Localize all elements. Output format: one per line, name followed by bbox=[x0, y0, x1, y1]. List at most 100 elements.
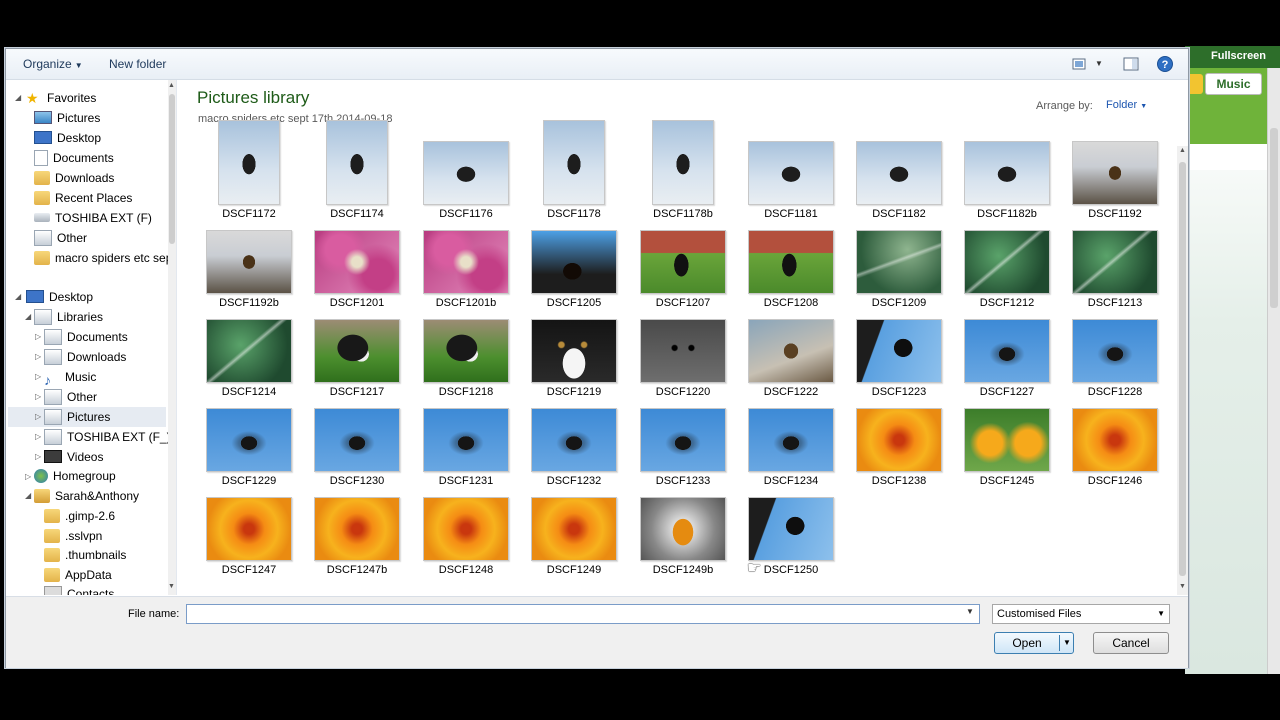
file-type-select[interactable]: Customised Files ▼ bbox=[992, 604, 1170, 624]
background-app-button[interactable] bbox=[1187, 74, 1203, 94]
file-tile[interactable]: DSCF1178b bbox=[633, 120, 733, 225]
open-options-chevron-icon[interactable]: ▼ bbox=[1063, 638, 1071, 647]
nav-user[interactable]: Sarah&Anthony bbox=[34, 486, 139, 506]
expand-triangle-icon[interactable]: ▷ bbox=[35, 412, 41, 421]
file-tile[interactable]: DSCF1181 bbox=[741, 139, 841, 225]
nav-libraries[interactable]: Libraries bbox=[34, 307, 103, 327]
nav-user-folder[interactable]: .gimp-2.6 bbox=[44, 506, 115, 526]
nav-user-folder[interactable]: Contacts bbox=[44, 584, 114, 595]
file-tile[interactable]: DSCF1238 bbox=[849, 406, 949, 492]
file-tile[interactable]: DSCF1208 bbox=[741, 228, 841, 314]
scrollbar-thumb[interactable] bbox=[1270, 128, 1278, 308]
file-tile[interactable]: DSCF1249b bbox=[633, 495, 733, 581]
file-tile[interactable]: DSCF1227 bbox=[957, 317, 1057, 403]
view-options-icon[interactable] bbox=[1071, 55, 1089, 73]
nav-lib-other[interactable]: Other bbox=[44, 387, 97, 407]
nav-fav-documents[interactable]: Documents bbox=[34, 148, 114, 168]
file-tile[interactable]: DSCF1249 bbox=[524, 495, 624, 581]
expand-triangle-icon[interactable]: ▷ bbox=[35, 392, 41, 401]
nav-fav-downloads[interactable]: Downloads bbox=[34, 168, 114, 188]
nav-fav-macro-spiders[interactable]: macro spiders etc sept bbox=[34, 248, 176, 268]
nav-desktop[interactable]: Desktop bbox=[26, 287, 93, 307]
nav-homegroup[interactable]: Homegroup bbox=[34, 466, 116, 486]
expand-triangle-icon[interactable]: ▷ bbox=[35, 352, 41, 361]
nav-fav-toshiba[interactable]: TOSHIBA EXT (F) bbox=[34, 208, 152, 228]
nav-lib-videos[interactable]: Videos bbox=[44, 447, 103, 467]
organize-button[interactable]: Organize ▼ bbox=[23, 57, 83, 71]
file-tile[interactable]: DSCF1245 bbox=[957, 406, 1057, 492]
file-tile[interactable]: DSCF1218 bbox=[416, 317, 516, 403]
arrange-by-dropdown[interactable]: Folder ▼ bbox=[1106, 99, 1147, 111]
file-name-input[interactable] bbox=[186, 604, 980, 624]
file-tile[interactable]: DSCF1219 bbox=[524, 317, 624, 403]
scroll-up-icon[interactable]: ▲ bbox=[1179, 147, 1186, 154]
expand-triangle-icon[interactable]: ▷ bbox=[25, 472, 31, 481]
file-tile[interactable]: DSCF1201 bbox=[307, 228, 407, 314]
file-tile[interactable]: DSCF1214 bbox=[199, 317, 299, 403]
file-tile[interactable]: DSCF1223 bbox=[849, 317, 949, 403]
file-tile[interactable]: DSCF1172 bbox=[199, 120, 299, 225]
expand-triangle-icon[interactable]: ▷ bbox=[35, 452, 41, 461]
file-tile[interactable]: DSCF1247 bbox=[199, 495, 299, 581]
file-tile[interactable]: DSCF1182b bbox=[957, 139, 1057, 225]
open-button[interactable]: Open ▼ bbox=[994, 632, 1074, 654]
scroll-down-icon[interactable]: ▼ bbox=[1179, 583, 1186, 590]
background-app-scrollbar[interactable] bbox=[1267, 68, 1280, 674]
expand-triangle-icon[interactable]: ▷ bbox=[35, 332, 41, 341]
file-tile[interactable]: DSCF1182 bbox=[849, 139, 949, 225]
collapse-triangle-icon[interactable]: ◢ bbox=[25, 312, 31, 321]
file-name-dropdown-icon[interactable]: ▼ bbox=[966, 607, 974, 616]
nav-user-folder[interactable]: AppData bbox=[44, 565, 112, 585]
file-tile[interactable]: DSCF1178 bbox=[524, 120, 624, 225]
nav-fav-pictures[interactable]: Pictures bbox=[34, 108, 100, 128]
new-folder-button[interactable]: New folder bbox=[109, 57, 166, 71]
fullscreen-link[interactable]: Fullscreen bbox=[1211, 50, 1266, 62]
file-tile[interactable]: DSCF1233 bbox=[633, 406, 733, 492]
content-scrollbar[interactable]: ▲ ▼ bbox=[1177, 146, 1188, 595]
nav-fav-desktop[interactable]: Desktop bbox=[34, 128, 101, 148]
nav-lib-music[interactable]: ♪ Music bbox=[44, 367, 96, 388]
file-tile[interactable]: DSCF1234 bbox=[741, 406, 841, 492]
file-tile[interactable]: DSCF1213 bbox=[1065, 228, 1165, 314]
scrollbar-thumb[interactable] bbox=[1179, 162, 1186, 576]
file-tile[interactable]: DSCF1247b bbox=[307, 495, 407, 581]
file-tile[interactable]: DSCF1212 bbox=[957, 228, 1057, 314]
nav-lib-documents[interactable]: Documents bbox=[44, 327, 128, 347]
file-tile[interactable]: DSCF1217 bbox=[307, 317, 407, 403]
expand-triangle-icon[interactable]: ▷ bbox=[35, 432, 41, 441]
expand-triangle-icon[interactable]: ▷ bbox=[35, 372, 41, 381]
collapse-triangle-icon[interactable]: ◢ bbox=[15, 93, 21, 102]
navigation-scrollbar[interactable]: ▲ ▼ bbox=[168, 80, 176, 595]
nav-lib-pictures[interactable]: Pictures bbox=[8, 407, 166, 427]
nav-user-folder[interactable]: .thumbnails bbox=[44, 545, 126, 565]
preview-pane-icon[interactable] bbox=[1122, 55, 1140, 73]
collapse-triangle-icon[interactable]: ◢ bbox=[25, 491, 31, 500]
music-button[interactable]: Music bbox=[1205, 73, 1262, 95]
file-tile[interactable]: DSCF1174 bbox=[307, 120, 407, 225]
view-options-chevron-icon[interactable]: ▼ bbox=[1095, 59, 1103, 68]
nav-favorites[interactable]: ★ Favorites bbox=[26, 88, 96, 108]
file-tile[interactable]: DSCF1201b bbox=[416, 228, 516, 314]
nav-user-folder[interactable]: .sslvpn bbox=[44, 526, 102, 546]
file-tile[interactable]: DSCF1222 bbox=[741, 317, 841, 403]
file-tile[interactable]: DSCF1246 bbox=[1065, 406, 1165, 492]
file-tile[interactable]: DSCF1230 bbox=[307, 406, 407, 492]
scrollbar-thumb[interactable] bbox=[169, 94, 175, 244]
file-tile[interactable]: DSCF1228 bbox=[1065, 317, 1165, 403]
file-tile[interactable]: DSCF1232 bbox=[524, 406, 624, 492]
nav-lib-toshiba[interactable]: TOSHIBA EXT (F_) bbox=[44, 427, 171, 447]
collapse-triangle-icon[interactable]: ◢ bbox=[15, 292, 21, 301]
file-tile[interactable]: DSCF1229 bbox=[199, 406, 299, 492]
file-tile[interactable]: DSCF1248 bbox=[416, 495, 516, 581]
help-icon[interactable]: ? bbox=[1156, 55, 1174, 73]
file-tile[interactable]: DSCF1231 bbox=[416, 406, 516, 492]
nav-fav-recent-places[interactable]: Recent Places bbox=[34, 188, 132, 208]
file-tile[interactable]: DSCF1205 bbox=[524, 228, 624, 314]
file-tile[interactable]: DSCF1209 bbox=[849, 228, 949, 314]
file-tile[interactable]: DSCF1192 bbox=[1065, 139, 1165, 225]
nav-lib-downloads[interactable]: Downloads bbox=[44, 347, 126, 367]
cancel-button[interactable]: Cancel bbox=[1093, 632, 1169, 654]
scroll-up-icon[interactable]: ▲ bbox=[168, 82, 175, 89]
nav-fav-other[interactable]: Other bbox=[34, 228, 87, 248]
scroll-down-icon[interactable]: ▼ bbox=[168, 583, 175, 590]
